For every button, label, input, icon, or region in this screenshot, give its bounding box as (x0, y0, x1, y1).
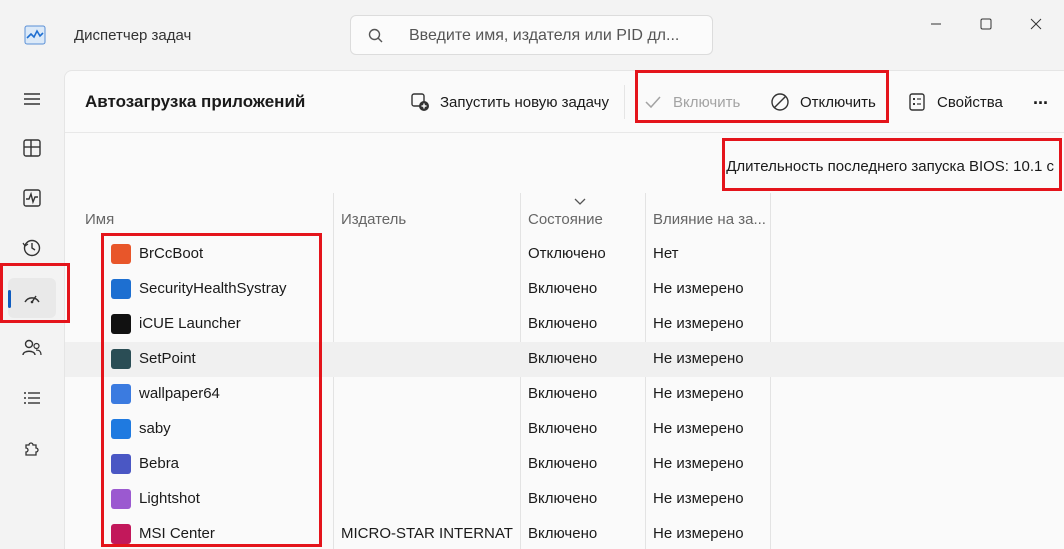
toolbar-separator (624, 85, 625, 119)
cell-impact: Нет (653, 245, 679, 262)
list-icon (24, 392, 40, 404)
maximize-button[interactable] (976, 14, 996, 34)
sidebar-item-performance[interactable] (8, 178, 56, 218)
properties-button[interactable]: Свойства (907, 89, 1003, 115)
sidebar-item-processes[interactable] (8, 128, 56, 168)
table-header: Имя Издатель Состояние Влияние на за... (65, 201, 1064, 235)
cell-status: Включено (528, 350, 598, 367)
toolbar: Автозагрузка приложений Запустить новую … (65, 71, 1064, 133)
hamburger-icon (24, 93, 40, 105)
cell-status: Отключено (528, 245, 606, 262)
cell-status: Включено (528, 455, 598, 472)
task-manager-icon (24, 25, 46, 45)
column-header-name[interactable]: Имя (85, 201, 325, 235)
cell-status: Включено (528, 525, 598, 542)
annotation-box-bios (722, 138, 1062, 191)
cell-impact: Не измерено (653, 420, 744, 437)
maximize-icon (980, 18, 992, 30)
cell-impact: Не измерено (653, 385, 744, 402)
search-placeholder: Введите имя, издателя или PID дл... (409, 27, 680, 44)
annotation-box-app-names (101, 233, 322, 547)
app-title: Диспетчер задач (74, 27, 192, 44)
cell-impact: Не измерено (653, 455, 744, 472)
sidebar-item-details[interactable] (8, 378, 56, 418)
processes-icon (23, 139, 41, 157)
more-icon: ... (1033, 87, 1049, 108)
sidebar-item-users[interactable] (8, 328, 56, 368)
cell-impact: Не измерено (653, 490, 744, 507)
new-task-label: Запустить новую задачу (440, 93, 609, 111)
column-header-impact[interactable]: Влияние на за... (653, 201, 765, 235)
close-icon (1030, 18, 1042, 30)
cell-status: Включено (528, 490, 598, 507)
cell-status: Включено (528, 315, 598, 332)
annotation-box-sidebar-startup (0, 263, 70, 323)
cell-status: Включено (528, 420, 598, 437)
column-header-status[interactable]: Состояние (528, 201, 638, 235)
cell-status: Включено (528, 385, 598, 402)
cell-impact: Не измерено (653, 525, 744, 542)
cell-impact: Не измерено (653, 315, 744, 332)
search-icon (368, 28, 383, 43)
cell-impact: Не измерено (653, 350, 744, 367)
new-task-icon (411, 93, 429, 111)
history-icon (22, 239, 41, 257)
properties-label: Свойства (937, 93, 1003, 111)
close-button[interactable] (1026, 14, 1046, 34)
properties-icon (909, 93, 925, 111)
minimize-button[interactable] (926, 14, 946, 34)
cell-status: Включено (528, 280, 598, 297)
more-button[interactable]: ... (1033, 85, 1048, 111)
minimize-icon (931, 23, 941, 25)
sidebar-item-services[interactable] (8, 428, 56, 468)
annotation-box-enable-disable (635, 70, 889, 123)
page-title: Автозагрузка приложений (85, 92, 306, 111)
sidebar-item-app-history[interactable] (8, 228, 56, 268)
cell-publisher: MICRO-STAR INTERNATI... (341, 525, 513, 542)
search-box[interactable]: Введите имя, издателя или PID дл... (350, 15, 713, 55)
column-header-publisher[interactable]: Издатель (341, 201, 511, 235)
puzzle-icon (25, 442, 39, 456)
performance-icon (23, 189, 41, 207)
new-task-button[interactable]: Запустить новую задачу (410, 89, 609, 115)
title-bar: Диспетчер задач Введите имя, издателя ил… (0, 0, 1064, 70)
cell-impact: Не измерено (653, 280, 744, 297)
sidebar-menu-button[interactable] (8, 79, 56, 119)
users-icon (22, 339, 42, 356)
